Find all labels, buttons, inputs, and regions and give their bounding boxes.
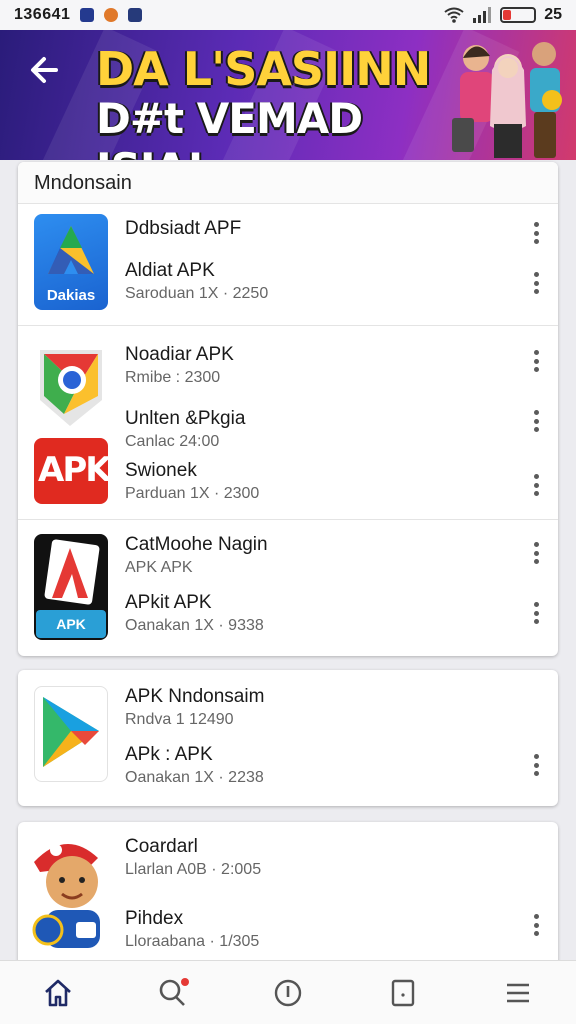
arrow-left-icon: [31, 57, 58, 83]
app-notification-icon: [104, 8, 119, 22]
gallery-icon: [128, 8, 143, 22]
promo-banner[interactable]: DA L'SASIINN D#t VEMAD ISIA!: [0, 30, 576, 160]
back-button[interactable]: [26, 50, 66, 90]
app-entry[interactable]: Aldiat APK Saroduan 1X · 2250: [125, 260, 508, 303]
app-name: Noadiar APK: [125, 344, 234, 365]
app-entry[interactable]: APK Nndonsaim Rndva 1 12490: [125, 686, 508, 729]
more-options-button[interactable]: [528, 348, 544, 374]
nav-info-button[interactable]: [258, 968, 318, 1018]
mascot-app-icon[interactable]: [26, 832, 110, 952]
apk-dark-app-icon[interactable]: APK: [34, 534, 108, 640]
app-card: Mndonsain Dakias Ddbsiadt APF Aldiat APK…: [18, 162, 558, 656]
app-name: Coardarl: [125, 836, 198, 857]
google-drive-app-icon[interactable]: Dakias: [34, 214, 108, 310]
more-options-button[interactable]: [528, 912, 544, 938]
battery-icon: [500, 7, 537, 23]
more-options-button[interactable]: [528, 752, 544, 778]
app-entry[interactable]: Noadiar APK Rmibe : 2300: [125, 344, 508, 387]
more-options-button[interactable]: [528, 472, 544, 498]
app-icon-caption: APK: [38, 450, 108, 490]
battery-level: [503, 10, 512, 20]
banner-title-line1: DA L'SASIINN: [96, 42, 431, 96]
home-icon: [44, 979, 71, 1006]
bottom-navigation: [0, 960, 576, 1024]
app-group[interactable]: APK Nndonsaim Rndva 1 12490 APk : APK Oa…: [18, 670, 558, 806]
app-meta: Lloraabana · 1/305: [125, 933, 260, 950]
nav-menu-button[interactable]: [488, 968, 548, 1018]
app-card: APK Nndonsaim Rndva 1 12490 APk : APK Oa…: [18, 670, 558, 806]
app-entry[interactable]: Pihdex Lloraabana · 1/305: [125, 908, 508, 951]
app-name: Unlten &Pkgia: [125, 408, 246, 429]
app-group[interactable]: Coardarl Llarlan A0B · 2:005 Pihdex Llor…: [18, 822, 558, 972]
banner-people-illustration: [452, 42, 562, 158]
apk-red-app-icon[interactable]: APK: [34, 438, 108, 504]
banner-title-line2: D#t VEMAD ISIA!: [96, 94, 363, 160]
app-meta: Oanakan 1X · 9338: [125, 617, 264, 634]
more-options-button[interactable]: [528, 408, 544, 434]
more-options-button[interactable]: [528, 540, 544, 566]
app-meta: APK APK: [125, 559, 193, 576]
app-name: APK Nndonsaim: [125, 686, 265, 707]
more-options-button[interactable]: [528, 600, 544, 626]
app-meta: Rndva 1 12490: [125, 711, 234, 728]
tablet-icon: [391, 979, 415, 1006]
app-name: APk : APK: [125, 744, 213, 765]
more-options-button[interactable]: [528, 220, 544, 246]
app-meta: Canlac 24:00: [125, 433, 220, 450]
chrome-app-icon[interactable]: [34, 340, 108, 432]
nav-tablet-button[interactable]: [373, 968, 433, 1018]
notification-badge: [180, 977, 189, 986]
app-name: Ddbsiadt APF: [125, 218, 242, 239]
app-icon-caption: Dakias: [46, 287, 96, 304]
more-options-button[interactable]: [528, 270, 544, 296]
status-bar: 136641 25: [0, 0, 576, 30]
app-entry[interactable]: APkit APK Oanakan 1X · 9338: [125, 592, 508, 635]
app-entry[interactable]: CatMoohe Nagin APK APK: [125, 534, 508, 577]
app-entry[interactable]: APk : APK Oanakan 1X · 2238: [125, 744, 508, 787]
app-name: CatMoohe Nagin: [125, 534, 268, 555]
app-name: Pihdex: [125, 908, 184, 929]
app-meta: Parduan 1X · 2300: [125, 485, 260, 502]
app-meta: Rmibe : 2300: [125, 369, 221, 386]
play-store-app-icon[interactable]: [34, 686, 108, 782]
info-icon: [274, 979, 302, 1006]
signal-icon: [473, 7, 492, 23]
card-header: Mndonsain: [18, 162, 558, 204]
messenger-icon: [80, 8, 95, 22]
app-group[interactable]: Dakias Ddbsiadt APF Aldiat APK Saroduan …: [18, 204, 558, 326]
app-meta: Saroduan 1X · 2250: [125, 285, 269, 302]
app-meta: Oanakan 1X · 2238: [125, 769, 264, 786]
nav-search-button[interactable]: [143, 968, 203, 1018]
app-list: Mndonsain Dakias Ddbsiadt APF Aldiat APK…: [0, 160, 576, 972]
app-icon-caption: APK: [56, 616, 86, 632]
mascot-icon: [32, 843, 100, 948]
app-entry[interactable]: Ddbsiadt APF: [125, 218, 508, 240]
menu-icon: [507, 983, 530, 1002]
status-time: 136641: [14, 6, 71, 23]
app-meta: Llarlan A0B · 2:005: [125, 861, 262, 878]
app-name: Swionek: [125, 460, 197, 481]
banner-title: DA L'SASIINN D#t VEMAD ISIA!: [96, 44, 436, 160]
app-entry[interactable]: Coardarl Llarlan A0B · 2:005: [125, 836, 508, 879]
app-entry[interactable]: Unlten &Pkgia Canlac 24:00: [125, 408, 508, 451]
app-card: Coardarl Llarlan A0B · 2:005 Pihdex Llor…: [18, 822, 558, 972]
chrome-icon: [40, 350, 102, 426]
wifi-icon: [444, 7, 464, 23]
battery-percent: 25: [544, 6, 562, 23]
app-name: Aldiat APK: [125, 260, 215, 281]
app-group[interactable]: APK CatMoohe Nagin APK APK APkit APK Oan…: [18, 520, 558, 656]
app-group[interactable]: APK Noadiar APK Rmibe : 2300 Unlten &Pkg…: [18, 326, 558, 520]
app-name: APkit APK: [125, 592, 212, 613]
play-triangle-icon: [43, 697, 99, 767]
app-entry[interactable]: Swionek Parduan 1X · 2300: [125, 460, 508, 503]
nav-home-button[interactable]: [28, 968, 88, 1018]
